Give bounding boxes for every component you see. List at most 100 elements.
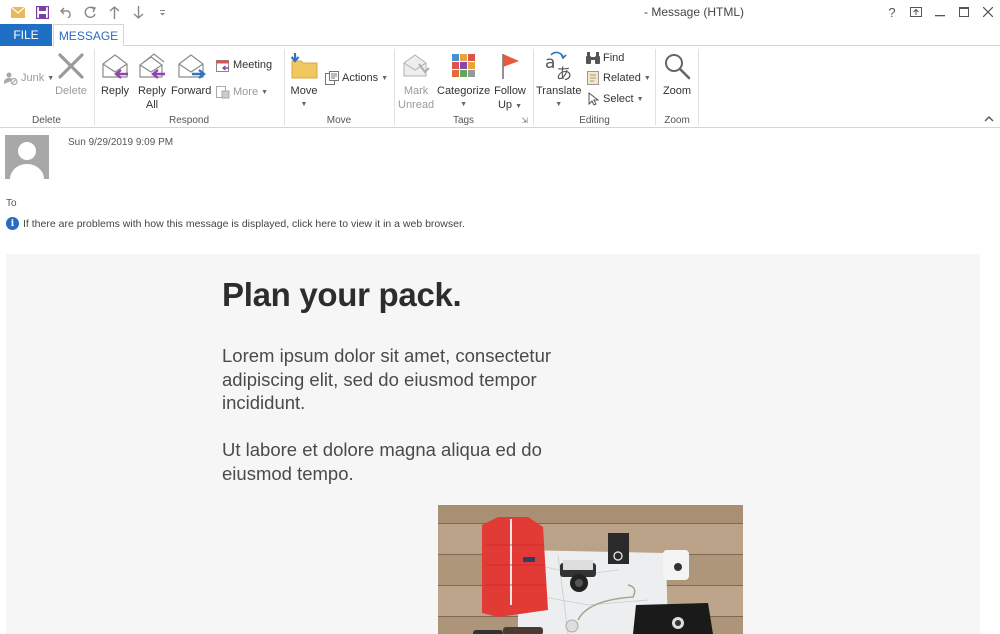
delete-group: Junk ▼ Delete Delete [0, 46, 93, 128]
actions-button[interactable]: Actions ▼ [325, 71, 388, 85]
window-title: - Message (HTML) [644, 5, 745, 19]
redo-icon[interactable] [78, 3, 102, 21]
chevron-down-icon: ▼ [300, 101, 308, 108]
svg-text:あ: あ [556, 64, 572, 81]
undo-icon[interactable] [54, 3, 78, 21]
move-folder-icon [288, 50, 320, 82]
ribbon-display-options-icon[interactable] [904, 0, 928, 24]
customize-icon[interactable] [150, 3, 174, 21]
categorize-label: Categorize [437, 85, 491, 97]
follow-up-button[interactable]: Follow Up ▼ [494, 50, 526, 114]
respond-group-label: Respond [168, 115, 210, 126]
reply-all-icon [136, 50, 168, 82]
help-icon[interactable]: ? [880, 0, 904, 24]
ribbon-separator [698, 49, 699, 125]
cursor-icon [586, 92, 600, 106]
mark-unread-label-2: Unread [398, 99, 435, 111]
reply-all-button[interactable]: Reply All [136, 50, 168, 112]
binoculars-icon [586, 51, 600, 65]
info-icon: i [6, 217, 19, 230]
chevron-down-icon: ▼ [643, 74, 651, 82]
editing-group: aあ Translate ▼ Find Related ▼ Select ▼ E… [534, 46, 655, 128]
move-button[interactable]: Move ▼ [288, 50, 320, 112]
zoom-label: Zoom [662, 85, 692, 97]
chevron-down-icon: ▼ [555, 101, 563, 108]
meeting-label: Meeting [233, 59, 273, 71]
move-group: Move ▼ Actions ▼ Move [285, 46, 393, 128]
forward-label: Forward [171, 85, 212, 97]
to-label: To [6, 198, 17, 209]
chevron-down-icon: ▼ [460, 101, 468, 108]
view-in-browser-notice[interactable]: i If there are problems with how this me… [6, 217, 465, 230]
move-label: Move [290, 85, 318, 97]
more-button[interactable]: More ▼ [216, 85, 268, 99]
mark-unread-button[interactable]: Mark Unread [398, 50, 434, 112]
info-text: If there are problems with how this mess… [23, 217, 465, 230]
close-icon[interactable] [976, 0, 1000, 24]
follow-up-label-1: Follow [494, 85, 526, 97]
minimize-icon[interactable] [928, 0, 952, 24]
select-button[interactable]: Select ▼ [586, 92, 644, 106]
quick-access-toolbar [6, 3, 174, 21]
down-arrow-icon[interactable] [126, 3, 150, 21]
find-label: Find [603, 52, 625, 64]
reply-button[interactable]: Reply [99, 50, 131, 98]
actions-icon [325, 71, 339, 85]
meeting-icon [216, 58, 230, 72]
collapse-ribbon-icon[interactable] [984, 114, 994, 125]
message-header: Sun 9/29/2019 9:09 PM To i If there are … [0, 128, 1000, 238]
actions-label: Actions [342, 72, 379, 84]
reply-all-label-1: Reply [137, 85, 167, 97]
magnifier-icon [661, 50, 693, 82]
email-headline: Plan your pack. [222, 276, 462, 313]
title-bar: - Message (HTML) ? [0, 0, 1000, 24]
follow-up-label-2: Up ▼ [497, 99, 523, 111]
tab-file[interactable]: FILE [0, 24, 52, 46]
translate-label: Translate [536, 85, 582, 97]
flag-icon [494, 50, 526, 82]
zoom-button[interactable]: Zoom [661, 50, 693, 98]
save-icon[interactable] [30, 3, 54, 21]
delete-group-label: Delete [32, 115, 61, 126]
tab-message[interactable]: MESSAGE [53, 24, 124, 47]
avatar [5, 135, 49, 179]
tags-dialog-launcher-icon[interactable]: ⇲ [521, 116, 528, 125]
reply-label: Reply [100, 85, 130, 97]
categorize-button[interactable]: Categorize ▼ [437, 50, 490, 112]
junk-label: Junk [21, 72, 45, 84]
email-paragraph-1: Lorem ipsum dolor sit amet, consectetur … [222, 345, 552, 413]
related-label: Related [603, 72, 641, 84]
travel-gear-photo [438, 505, 743, 634]
window-controls: ? [880, 0, 1000, 24]
tags-group: Mark Unread Categorize ▼ Follow Up ▼ Tag… [395, 46, 532, 128]
translate-button[interactable]: aあ Translate ▼ [536, 50, 581, 112]
tags-group-label: Tags [452, 115, 475, 126]
meeting-button[interactable]: Meeting [216, 58, 272, 72]
mark-unread-label-1: Mark [403, 85, 429, 97]
zoom-group: Zoom Zoom [656, 46, 698, 128]
chevron-down-icon: ▼ [261, 88, 268, 96]
up-arrow-icon[interactable] [102, 3, 126, 21]
editing-group-label: Editing [579, 115, 610, 126]
maximize-icon[interactable] [952, 0, 976, 24]
junk-button[interactable]: Junk ▼ [4, 71, 54, 85]
forward-icon [175, 50, 207, 82]
forward-button[interactable]: Forward [171, 50, 211, 98]
move-group-label: Move [326, 115, 352, 126]
more-icon [216, 85, 230, 99]
mark-unread-icon [400, 50, 432, 82]
select-label: Select [603, 93, 634, 105]
mail-icon[interactable] [6, 3, 30, 21]
related-button[interactable]: Related ▼ [586, 71, 651, 85]
message-date: Sun 9/29/2019 9:09 PM [68, 137, 174, 148]
reply-all-label-2: All [145, 99, 159, 111]
reply-icon [99, 50, 131, 82]
chevron-down-icon: ▼ [381, 74, 389, 82]
svg-text:a: a [545, 53, 555, 73]
junk-icon [4, 71, 18, 85]
delete-button[interactable]: Delete [55, 50, 87, 98]
zoom-group-label: Zoom [664, 115, 690, 126]
more-label: More [233, 86, 259, 98]
ribbon-tabs: FILE MESSAGE [0, 24, 1000, 47]
find-button[interactable]: Find [586, 51, 624, 65]
